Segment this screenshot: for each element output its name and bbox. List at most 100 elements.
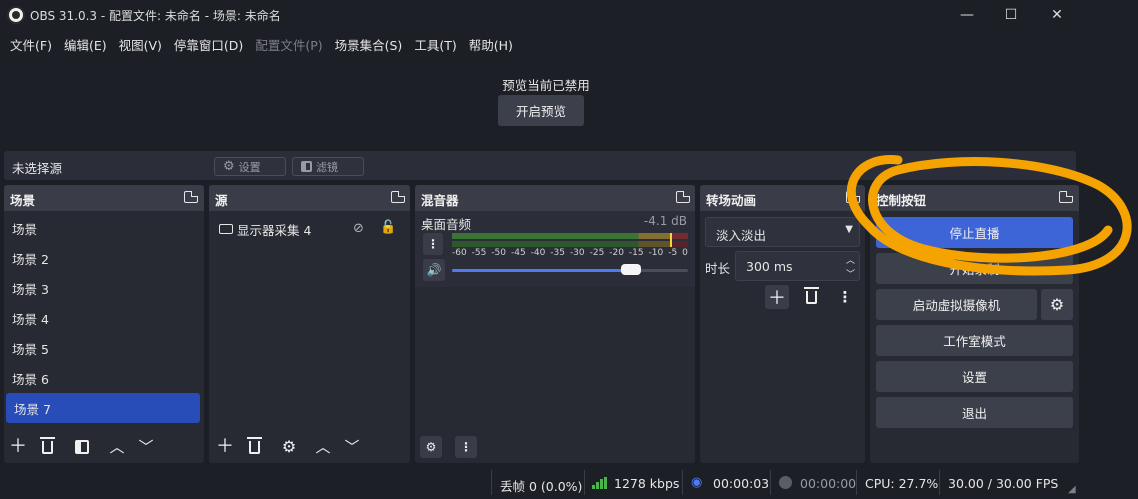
volume-slider-thumb[interactable]: [621, 264, 641, 275]
peak-indicator: [670, 233, 672, 247]
kebab-icon: ⋮: [427, 237, 439, 251]
chevron-down-icon: ▼: [845, 224, 853, 235]
undock-icon[interactable]: [184, 191, 198, 203]
meter-scale: -60 -55 -50 -45 -40 -35 -30 -25 -20 -15 -10 -5 0: [452, 248, 688, 258]
remove-transition-button[interactable]: [800, 286, 822, 308]
no-source-label: 未选择源: [12, 161, 63, 176]
duration-label: 时长: [705, 261, 731, 276]
scene-item[interactable]: 场景 5: [4, 333, 204, 363]
mixer-header: 混音器: [415, 185, 695, 211]
scene-item[interactable]: 场景 3: [4, 273, 204, 303]
mixer-menu-button[interactable]: ⋮: [455, 436, 477, 458]
fps: 30.00 / 30.00 FPS: [948, 476, 1059, 491]
close-button[interactable]: ✕: [1034, 0, 1080, 30]
resize-grip-icon[interactable]: ◢: [1068, 484, 1076, 495]
scene-filters-button[interactable]: [71, 436, 93, 458]
plus-icon: ＋: [216, 436, 234, 457]
plus-icon: ＋: [9, 436, 27, 457]
gear-icon: ⚙: [281, 437, 297, 456]
chevron-down-icon: ﹀: [138, 437, 154, 456]
menu-edit[interactable]: 编辑(E): [58, 35, 113, 54]
move-scene-up-button[interactable]: ︿: [106, 436, 128, 458]
controls-title: 控制按钮: [876, 193, 927, 208]
channel-name: 桌面音频: [421, 217, 472, 232]
menu-file[interactable]: 文件(F): [4, 35, 58, 54]
properties-button[interactable]: ⚙ 设置: [214, 157, 286, 176]
window-title: OBS 31.0.3 - 配置文件: 未命名 - 场景: 未命名: [30, 9, 281, 23]
menu-profile[interactable]: 配置文件(P): [249, 35, 328, 54]
visibility-hidden-icon[interactable]: ⊘: [353, 221, 364, 236]
add-source-button[interactable]: ＋: [214, 436, 236, 458]
lock-icon[interactable]: 🔓: [380, 220, 396, 235]
scene-item-selected[interactable]: 场景 7: [6, 393, 200, 423]
menu-tools[interactable]: 工具(T): [408, 35, 462, 54]
settings-button[interactable]: 设置: [876, 361, 1073, 392]
kebab-icon: ⋮: [837, 287, 853, 306]
source-toolbar: 未选择源 ⚙ 设置 滤镜: [4, 151, 1076, 180]
remove-source-button[interactable]: [243, 436, 265, 458]
menu-bar: 文件(F) 编辑(E) 视图(V) 停靠窗口(D) 配置文件(P) 场景集合(S…: [0, 30, 1138, 58]
bitrate: 1278 kbps: [614, 476, 680, 491]
add-transition-button[interactable]: ＋: [765, 285, 789, 309]
scene-item[interactable]: 场景 4: [4, 303, 204, 333]
source-name: 显示器采集 4: [237, 222, 312, 238]
volume-slider-fill: [452, 269, 631, 272]
studio-mode-button[interactable]: 工作室模式: [876, 325, 1073, 356]
menu-scene-collection[interactable]: 场景集合(S): [329, 35, 409, 54]
scenes-title: 场景: [10, 193, 36, 208]
undock-icon[interactable]: [846, 191, 860, 203]
plus-icon: ＋: [768, 288, 786, 309]
preview-disabled-message: 预览当前已禁用: [502, 78, 590, 93]
filters-label: 滤镜: [316, 160, 338, 174]
monitor-icon: [219, 224, 233, 234]
chevron-down-icon: ﹀: [344, 437, 360, 456]
stop-streaming-button[interactable]: 停止直播: [876, 217, 1073, 248]
add-scene-button[interactable]: ＋: [7, 436, 29, 458]
spin-up-icon[interactable]: ︿: [846, 253, 855, 266]
mixer-settings-button[interactable]: ⚙: [420, 436, 442, 458]
start-recording-button[interactable]: 开始录制: [876, 253, 1073, 284]
duration-value: 300 ms: [746, 259, 793, 274]
source-properties-button[interactable]: ⚙: [278, 436, 300, 458]
status-bar: 丢帧 0 (0.0%) 1278 kbps ◉ 00:00:03 00:00:0…: [0, 466, 1138, 499]
undock-icon[interactable]: [391, 191, 405, 203]
maximize-button[interactable]: ☐: [988, 0, 1034, 30]
spin-down-icon[interactable]: ﹀: [846, 267, 855, 280]
remove-scene-button[interactable]: [36, 436, 58, 458]
move-source-down-button[interactable]: ﹀: [341, 436, 363, 458]
chevron-up-icon: ︿: [315, 437, 331, 456]
exit-button[interactable]: 退出: [876, 397, 1073, 428]
scene-item[interactable]: 场景 6: [4, 363, 204, 393]
gear-icon: ⚙: [425, 440, 437, 454]
enable-preview-button[interactable]: 开启预览: [498, 95, 584, 126]
undock-icon[interactable]: [1059, 191, 1073, 203]
channel-level: -4.1 dB: [643, 214, 687, 228]
virtual-camera-settings-button[interactable]: ⚙: [1041, 289, 1073, 320]
channel-menu-button[interactable]: ⋮: [423, 233, 443, 255]
start-virtual-camera-button[interactable]: 启动虚拟摄像机: [876, 289, 1037, 320]
move-source-up-button[interactable]: ︿: [312, 436, 334, 458]
filters-button[interactable]: 滤镜: [292, 157, 364, 176]
undock-icon[interactable]: [676, 191, 690, 203]
scenes-header: 场景: [4, 185, 204, 211]
move-scene-down-button[interactable]: ﹀: [135, 436, 157, 458]
transitions-title: 转场动画: [706, 193, 757, 208]
trash-icon: [803, 286, 819, 304]
scene-item[interactable]: 场景 2: [4, 243, 204, 273]
scene-item[interactable]: 场景: [4, 213, 204, 243]
minimize-button[interactable]: —: [944, 0, 990, 30]
sources-header: 源: [209, 185, 410, 211]
menu-view[interactable]: 视图(V): [113, 35, 168, 54]
controls-header: 控制按钮: [870, 185, 1079, 211]
filter-icon: [301, 161, 312, 172]
mute-button[interactable]: 🔊: [423, 259, 445, 281]
transition-select[interactable]: 淡入淡出 ▼: [705, 217, 860, 247]
kebab-icon: ⋮: [460, 440, 472, 454]
volume-meter: [452, 233, 688, 247]
transition-menu-button[interactable]: ⋮: [834, 286, 856, 308]
menu-docks[interactable]: 停靠窗口(D): [168, 35, 249, 54]
duration-spinbox[interactable]: 300 ms ︿ ﹀: [735, 251, 860, 281]
transition-selected: 淡入淡出: [716, 228, 767, 243]
cpu-usage: CPU: 27.7%: [865, 476, 939, 491]
menu-help[interactable]: 帮助(H): [463, 35, 519, 54]
